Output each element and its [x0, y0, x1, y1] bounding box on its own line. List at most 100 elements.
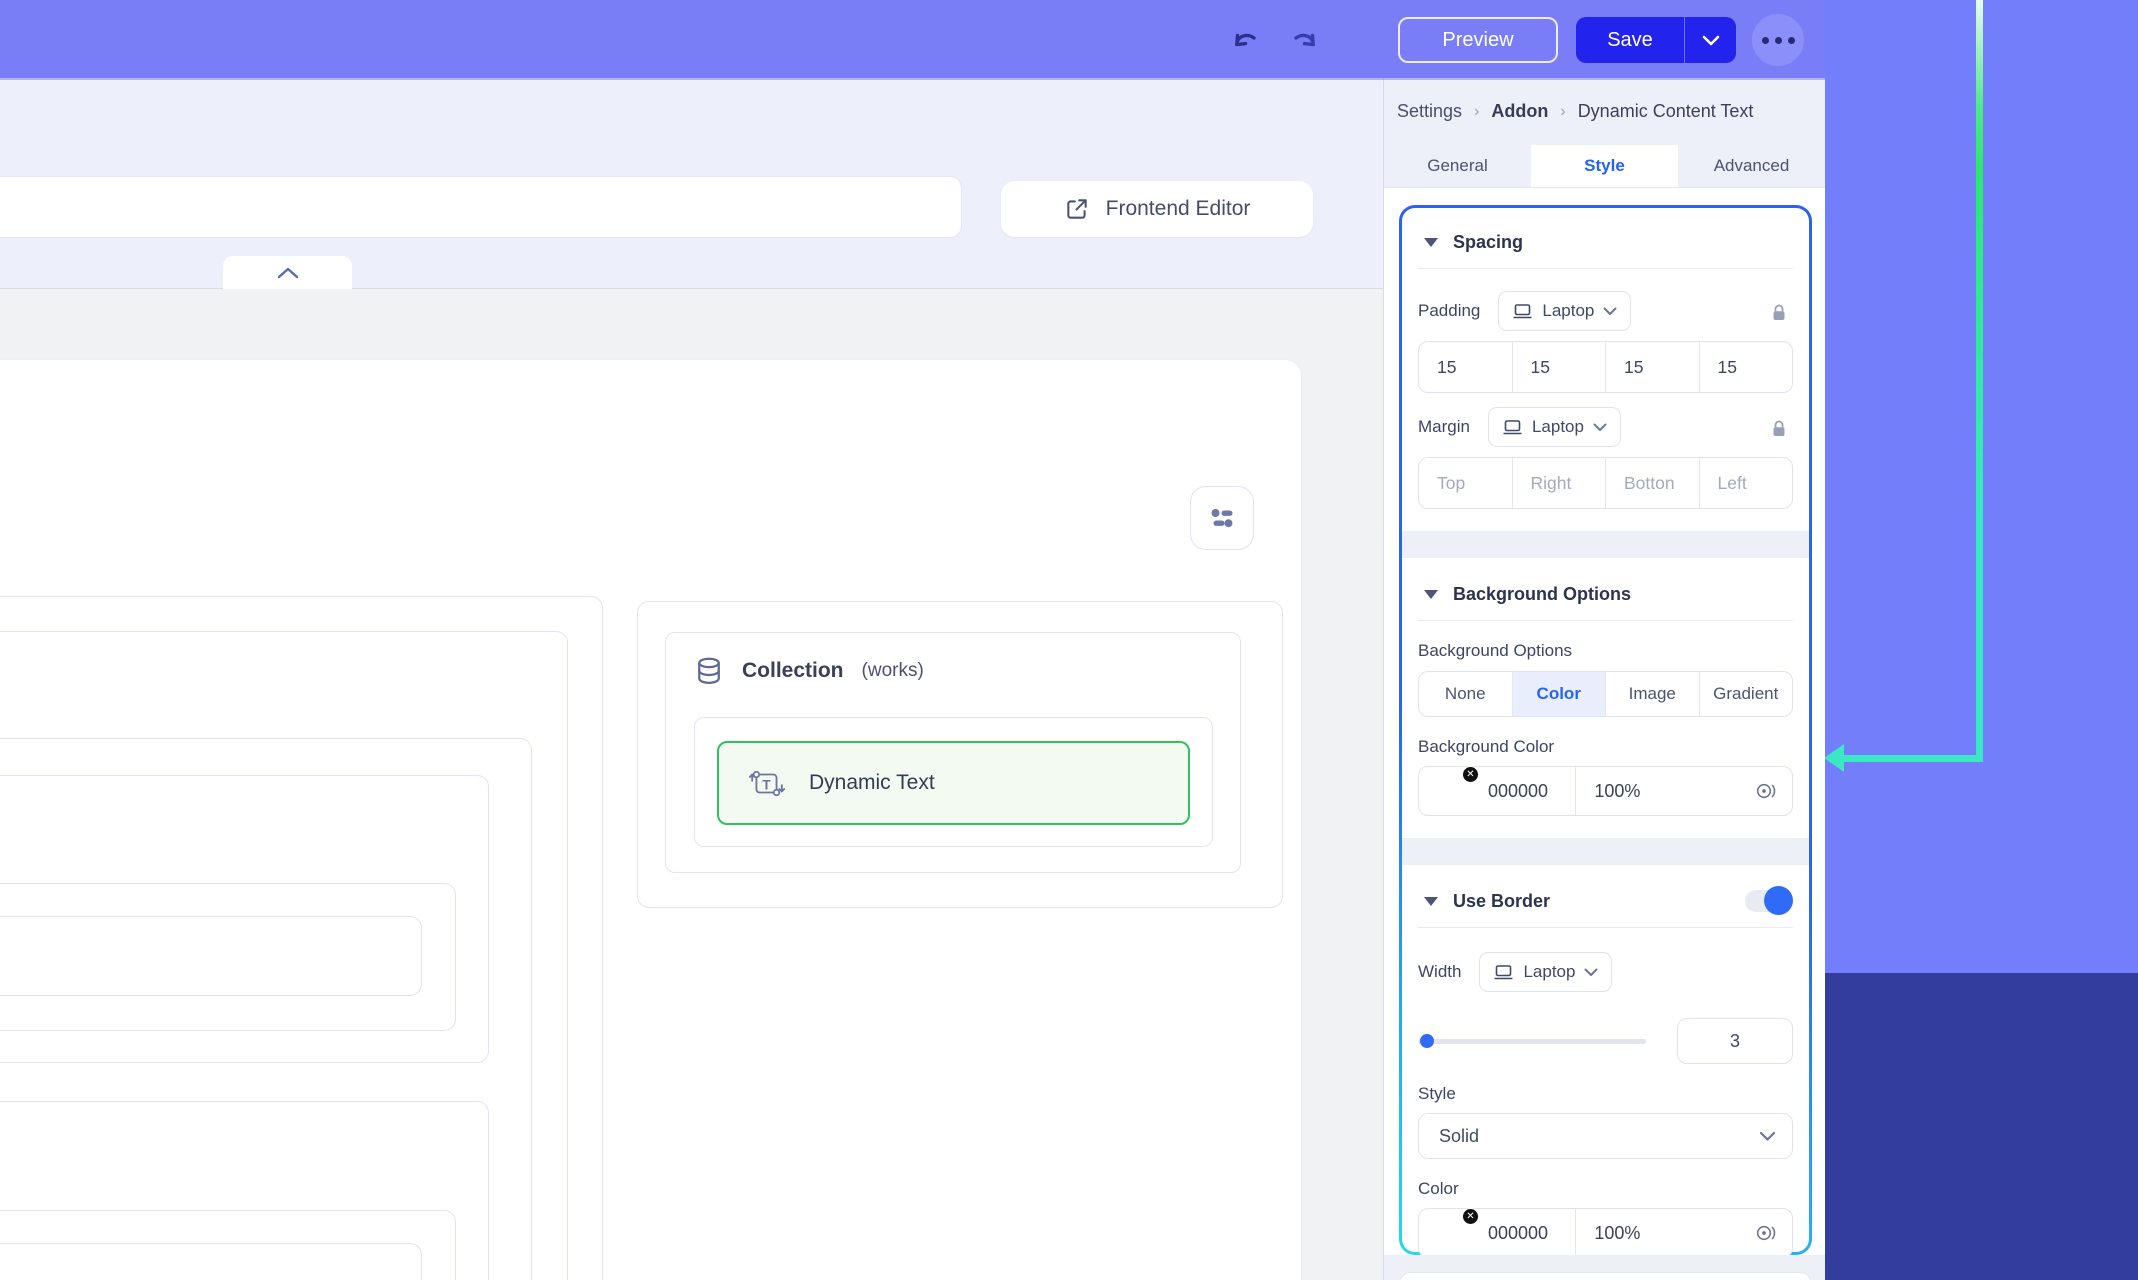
preview-button[interactable]: Preview [1398, 17, 1558, 63]
external-link-icon [1064, 196, 1090, 222]
padding-left-input[interactable] [1700, 342, 1793, 392]
dynamic-text-widget[interactable]: T Dynamic Text [717, 741, 1190, 825]
frontend-editor-button[interactable]: Frontend Editor [1001, 181, 1313, 237]
lock-icon[interactable] [1769, 302, 1789, 324]
wireframe-field-2 [0, 1243, 422, 1280]
bg-option-color[interactable]: Color [1513, 672, 1607, 716]
highlighted-style-panel: Spacing Padding Laptop [1399, 205, 1812, 1255]
margin-right-input[interactable] [1513, 458, 1606, 508]
dynamic-text-label: Dynamic Text [809, 771, 935, 795]
sliders-settings-icon [1207, 504, 1237, 532]
caret-down-icon [1424, 590, 1438, 599]
background-section-header[interactable]: Background Options [1418, 574, 1793, 608]
margin-top-input[interactable] [1419, 458, 1512, 508]
margin-left-input[interactable] [1700, 458, 1793, 508]
canvas-toolbar-strip: Frontend Editor [0, 78, 1383, 289]
global-color-icon[interactable] [1754, 780, 1778, 802]
border-style-select[interactable]: Solid [1418, 1113, 1793, 1159]
color-opacity-value: 100% [1594, 1223, 1744, 1244]
redo-icon[interactable] [1288, 26, 1320, 54]
collapse-toolbar-tab[interactable] [223, 256, 352, 289]
bg-option-image[interactable]: Image [1606, 672, 1700, 716]
collection-title-suffix: (works) [862, 660, 924, 682]
background-color-control: ✕ 000000 100% [1418, 766, 1793, 816]
settings-tabbar: General Style Advanced [1384, 145, 1825, 188]
use-border-toggle[interactable] [1745, 890, 1791, 912]
padding-device-select[interactable]: Laptop [1498, 291, 1631, 331]
border-width-label: Width [1418, 962, 1461, 982]
padding-inputs [1418, 341, 1793, 393]
background-section-title: Background Options [1453, 584, 1631, 605]
collection-container[interactable]: Collection (works) T [637, 601, 1283, 908]
section-divider-strip [1402, 531, 1809, 558]
background-type-segmented: None Color Image Gradient [1418, 671, 1793, 717]
spacing-section-title: Spacing [1453, 232, 1523, 253]
margin-inputs [1418, 457, 1793, 509]
chevron-up-icon [277, 267, 299, 279]
tab-general[interactable]: General [1384, 145, 1531, 187]
color-hex-value: 000000 [1488, 781, 1548, 802]
save-dropdown-chevron-icon[interactable] [1684, 17, 1736, 63]
wireframe-field [0, 916, 422, 996]
divider [1418, 268, 1793, 269]
margin-bottom-input[interactable] [1606, 458, 1699, 508]
border-width-input[interactable] [1677, 1018, 1793, 1064]
tab-advanced[interactable]: Advanced [1678, 145, 1825, 187]
divider [1418, 927, 1793, 928]
border-section-title: Use Border [1453, 891, 1550, 912]
save-button[interactable]: Save [1576, 17, 1684, 63]
breadcrumb-settings[interactable]: Settings [1397, 101, 1462, 122]
breadcrumb-current: Dynamic Content Text [1578, 101, 1754, 122]
padding-bottom-input[interactable] [1606, 342, 1699, 392]
svg-text:T: T [762, 777, 771, 792]
sidebar-bottom-strip [1384, 1255, 1825, 1280]
section-divider-strip [1402, 838, 1809, 865]
divider [1418, 620, 1793, 621]
editor-topbar: Preview Save [0, 0, 1825, 78]
border-device-value: Laptop [1523, 962, 1575, 982]
padding-device-value: Laptop [1542, 301, 1594, 321]
margin-device-value: Laptop [1532, 417, 1584, 437]
collection-widget[interactable]: Collection (works) T [665, 632, 1241, 873]
border-width-slider[interactable] [1418, 1039, 1646, 1044]
slider-knob[interactable] [1420, 1034, 1434, 1048]
canvas-title-input[interactable] [0, 176, 962, 238]
widget-slot: T Dynamic Text [694, 717, 1213, 847]
border-section-header[interactable]: Use Border [1418, 881, 1793, 915]
margin-device-select[interactable]: Laptop [1488, 407, 1621, 447]
border-color-control: ✕ 000000 100% [1418, 1208, 1793, 1258]
spacing-section-header[interactable]: Spacing [1418, 222, 1793, 256]
padding-right-input[interactable] [1513, 342, 1606, 392]
canvas-area: Frontend Editor [0, 78, 1383, 1280]
global-color-icon[interactable] [1754, 1222, 1778, 1244]
next-section-peek [1399, 1272, 1812, 1280]
element-settings-button[interactable] [1190, 486, 1254, 550]
laptop-icon [1493, 963, 1514, 981]
undo-icon[interactable] [1230, 26, 1262, 54]
clear-color-icon[interactable]: ✕ [1462, 766, 1479, 783]
highlight-connector-vertical-line [1976, 0, 1983, 762]
tab-style[interactable]: Style [1531, 145, 1678, 187]
bg-option-gradient[interactable]: Gradient [1700, 672, 1793, 716]
breadcrumb-separator-icon: › [1560, 103, 1565, 121]
more-options-ellipsis-icon[interactable] [1752, 14, 1804, 66]
collection-header: Collection (works) [694, 655, 924, 687]
clear-color-icon[interactable]: ✕ [1462, 1208, 1479, 1225]
dynamic-text-icon: T [749, 765, 785, 801]
lock-icon[interactable] [1769, 418, 1789, 440]
color-opacity-value: 100% [1594, 781, 1744, 802]
save-button-group: Save [1576, 17, 1736, 63]
breadcrumb-separator-icon: › [1474, 103, 1479, 121]
border-width-device-select[interactable]: Laptop [1479, 952, 1612, 992]
caret-down-icon [1424, 238, 1438, 247]
breadcrumb-addon[interactable]: Addon [1491, 101, 1548, 122]
database-icon [694, 655, 724, 687]
background-color-label: Background Color [1418, 737, 1793, 757]
highlight-connector-horizontal-line [1843, 755, 1983, 762]
laptop-icon [1512, 302, 1533, 320]
caret-down-icon [1424, 897, 1438, 906]
background-navy-block [1825, 973, 2138, 1280]
background-options-label: Background Options [1418, 641, 1793, 661]
bg-option-none[interactable]: None [1419, 672, 1513, 716]
padding-top-input[interactable] [1419, 342, 1512, 392]
